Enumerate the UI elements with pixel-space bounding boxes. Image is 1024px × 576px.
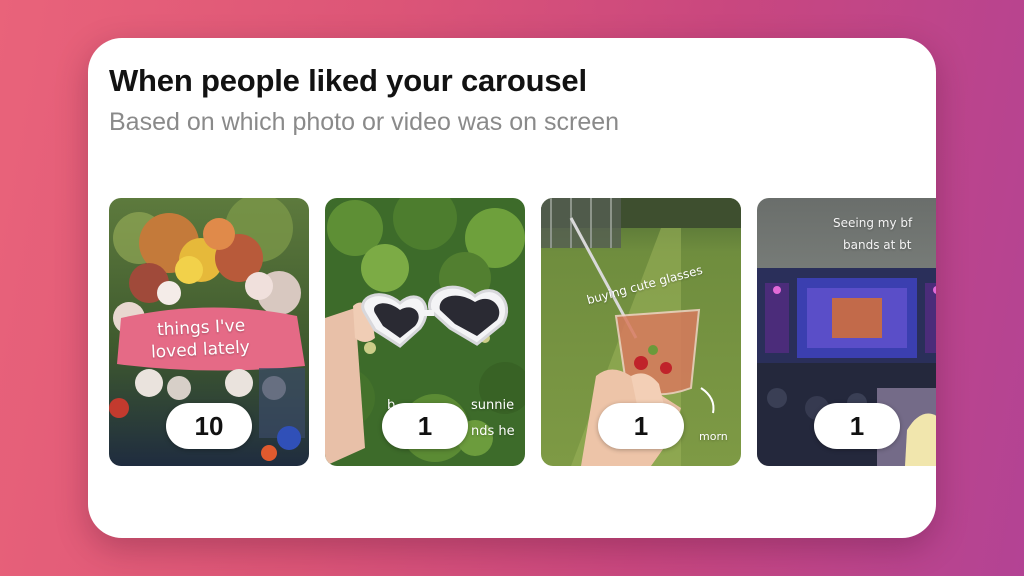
like-count-badge: 1: [814, 403, 900, 449]
carousel-slide-drink[interactable]: buying cute glasses morn 1: [541, 198, 741, 466]
card-subtitle: Based on which photo or video was on scr…: [109, 108, 620, 136]
carousel-strip[interactable]: things I've loved lately 10 b sunnie nds…: [88, 198, 936, 468]
card-title: When people liked your carousel: [109, 63, 587, 98]
like-count-badge: 10: [166, 403, 252, 449]
carousel-slide-concert[interactable]: Seeing my bf bands at bt 1: [757, 198, 936, 466]
insights-card: When people liked your carousel Based on…: [88, 38, 936, 538]
overlay-caption-fragment-3: nds he: [471, 424, 515, 439]
carousel-slide-flowers[interactable]: things I've loved lately 10: [109, 198, 309, 466]
overlay-caption-line-1: Seeing my bf: [833, 216, 913, 230]
like-count-badge: 1: [382, 403, 468, 449]
carousel-slide-sunglasses[interactable]: b sunnie nds he 1: [325, 198, 525, 466]
overlay-caption-fragment-2: sunnie: [471, 398, 515, 413]
overlay-caption-line-2: bands at bt: [843, 238, 912, 252]
overlay-caption-fragment: morn: [699, 430, 728, 443]
like-count-badge: 1: [598, 403, 684, 449]
